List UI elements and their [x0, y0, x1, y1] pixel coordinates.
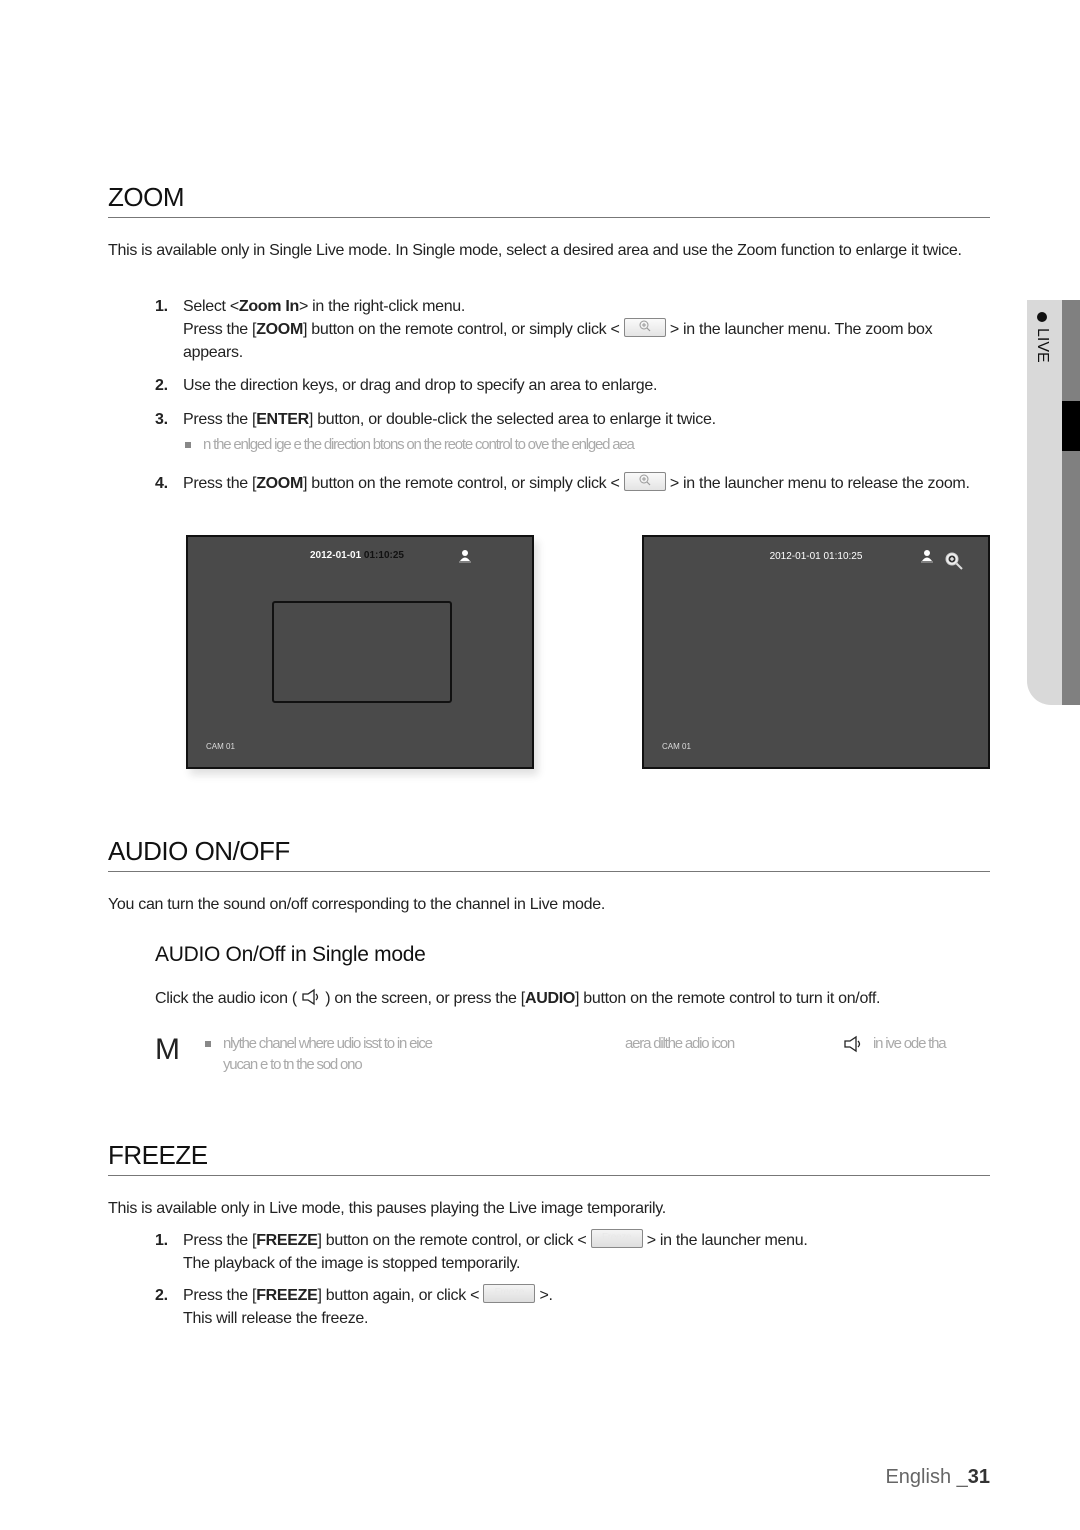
step-text: > in the launcher menu to release the zo… [669, 475, 970, 492]
freeze-launcher-button[interactable]: Freeze [483, 1284, 536, 1304]
note-text: aera dilthe adio icon [625, 1035, 735, 1052]
page-footer: English _31 [885, 1466, 990, 1489]
step-bold: ZOOM [256, 321, 303, 338]
side-tab-active-marker [1062, 401, 1080, 451]
audio-speaker-icon [844, 1035, 861, 1053]
note-bullet-icon [205, 1041, 211, 1048]
freeze-step-2: 2. Press the [FREEZE] button again, or c… [155, 1284, 990, 1330]
zoom-launcher-button[interactable] [623, 318, 666, 338]
section-title-freeze: FREEZE [108, 1140, 990, 1176]
note-text: n the enlged ige e the direction btons o… [203, 436, 635, 453]
step-text: Press the [ [183, 475, 257, 492]
camera-label: CAM 01 [206, 742, 235, 751]
timestamp: 2012-01-01 [310, 550, 362, 561]
step-number: 1. [155, 1232, 168, 1249]
zoom-step-3: 3. Press the [ENTER] button, or double-cl… [155, 408, 990, 431]
step-number: 4. [155, 475, 168, 492]
desc-text: Click the audio icon ( [155, 990, 297, 1007]
side-tab-bar [1062, 300, 1080, 705]
audio-note: nlythe chanel where udio isst to in eice… [205, 1035, 985, 1073]
zoom-in-icon [639, 320, 651, 332]
note-bullet-icon [185, 442, 191, 449]
zoom-step-4: 4. Press the [ZOOM] button on the remote… [155, 472, 990, 495]
zoom-active-icon[interactable] [944, 551, 964, 571]
zoom-in-icon [639, 474, 651, 486]
live-screen-zoomed: 2012-01-01 01:10:25 CAM 01 [642, 535, 990, 769]
note-text: in ive ode tha [873, 1035, 947, 1052]
step-bold: FREEZE [256, 1287, 318, 1304]
step-number: 3. [155, 411, 168, 428]
step-number: 2. [155, 377, 168, 394]
freeze-step-1: 1. Press the [FREEZE] button on the remo… [155, 1229, 990, 1275]
step-text: Press the [ [183, 1287, 257, 1304]
audio-speaker-icon [302, 988, 319, 1005]
zoom-selection-box[interactable] [272, 601, 452, 703]
step-text: This will release the freeze. [183, 1310, 369, 1327]
live-screen-zoom-box: 2012-01-01 01:10:25 2012-01-01 CAM 01 [186, 535, 534, 769]
step-text: > in the right-click menu. [298, 298, 466, 315]
audio-intro: You can turn the sound on/off correspond… [108, 896, 605, 913]
zoom-intro: This is available only in Single Live mo… [108, 242, 962, 259]
desc-text: ) on the screen, or press the [ [325, 990, 525, 1007]
step-text: Press the [ [183, 1232, 257, 1249]
side-tab-text: LIVE [1034, 328, 1051, 363]
step-bold: ENTER [256, 411, 309, 428]
step-text: Press the [ [183, 321, 257, 338]
step-bold: FREEZE [256, 1232, 318, 1249]
user-login-icon [459, 550, 471, 563]
note-mark-icon: M [155, 1033, 180, 1066]
timestamp: 2012-01-01 01:10:25 [769, 551, 863, 562]
step-text: Press the [ [183, 411, 257, 428]
step-text: Use the direction keys, or drag and drop… [183, 377, 658, 394]
step-text: ] button, or double-click the selected a… [308, 411, 716, 428]
zoom-launcher-button[interactable] [623, 472, 666, 492]
note-text: yucan e to tn the sod ono [223, 1056, 363, 1073]
chapter-side-tab: LIVE [1027, 300, 1080, 705]
page-number: 31 [967, 1466, 990, 1488]
zoom-note: n the enlged ige e the direction btons o… [185, 436, 985, 453]
step-text: >. [539, 1287, 553, 1304]
audio-subheading: AUDIO On/Off in Single mode [155, 943, 426, 966]
footer-language: English _ [885, 1466, 968, 1488]
section-title-audio: AUDIO ON/OFF [108, 836, 990, 872]
step-text: The playback of the image is stopped tem… [183, 1255, 521, 1272]
section-title-zoom: ZOOM [108, 182, 990, 218]
step-text: ] button again, or click < [317, 1287, 480, 1304]
freeze-intro: This is available only in Live mode, thi… [108, 1200, 666, 1217]
step-number: 1. [155, 298, 168, 315]
camera-label: CAM 01 [662, 742, 691, 751]
side-tab-label: LIVE [1033, 312, 1051, 363]
desc-bold: AUDIO [524, 990, 575, 1007]
step-text: ] button on the remote control, or simpl… [302, 321, 620, 338]
note-text: nlythe chanel where udio isst to in eice [223, 1035, 433, 1052]
zoom-step-2: 2. Use the direction keys, or drag and dr… [155, 374, 990, 397]
step-number: 2. [155, 1287, 168, 1304]
timestamp-overlay: 2012-01-01 01:10:25 2012-01-01 [188, 550, 532, 564]
step-bold: Zoom In [238, 298, 299, 315]
freeze-launcher-button[interactable]: Freeze [590, 1229, 643, 1249]
step-bold: ZOOM [256, 475, 303, 492]
step-text: > in the launcher menu. [646, 1232, 808, 1249]
audio-description: Click the audio icon ( ) on the screen, … [155, 987, 990, 1010]
bullet-dot-icon [1037, 312, 1047, 322]
zoom-step-1: 1. Select <Zoom In> in the right-click m… [155, 295, 990, 364]
user-login-icon [921, 550, 933, 563]
desc-text: ] button on the remote control to turn i… [575, 990, 881, 1007]
step-text: Select < [183, 298, 239, 315]
step-text: ] button on the remote control, or simpl… [302, 475, 620, 492]
step-text: ] button on the remote control, or click… [317, 1232, 587, 1249]
